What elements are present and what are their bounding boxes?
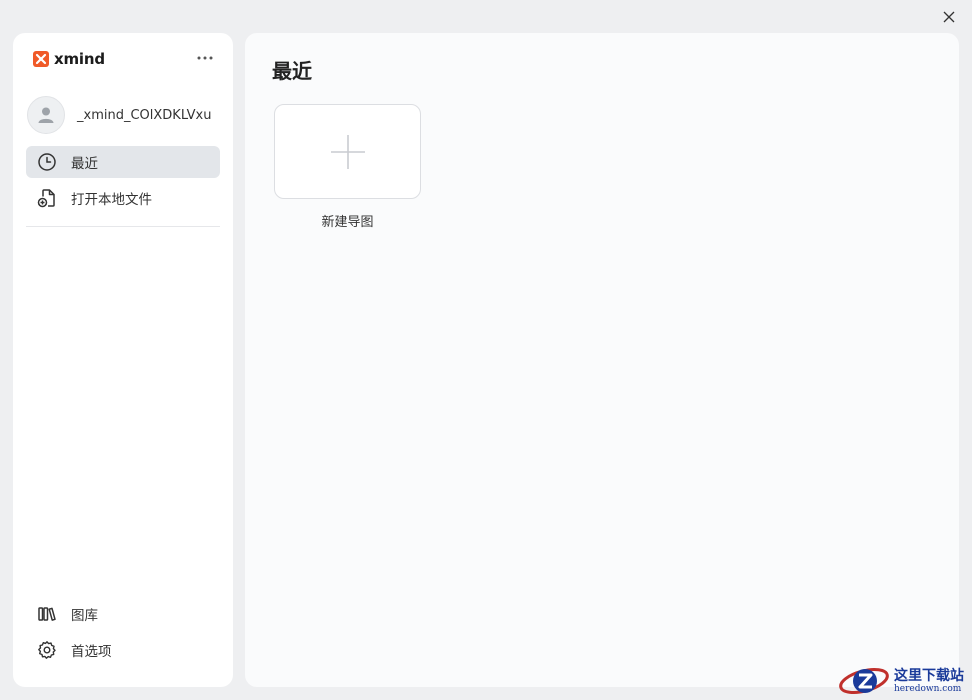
close-icon: [943, 11, 955, 23]
sidebar-item-recent[interactable]: 最近: [26, 146, 220, 178]
ellipsis-icon: [197, 56, 213, 60]
sidebar-item-open-local-file[interactable]: 打开本地文件: [26, 182, 220, 214]
avatar: [27, 96, 65, 134]
user-icon: [38, 107, 54, 123]
watermark-text: 这里下载站: [894, 667, 964, 684]
xmind-logo-icon: [33, 51, 49, 67]
sidebar-item-label: 首选项: [71, 644, 112, 660]
username: _xmind_COlXDKLVxu: [77, 107, 212, 123]
more-options-button[interactable]: [193, 49, 217, 67]
open-file-icon: [36, 187, 58, 209]
sidebar-item-library[interactable]: 图库: [26, 598, 220, 630]
page-title: 最近: [272, 59, 312, 83]
watermark: 这里下载站 heredown.com: [838, 662, 972, 700]
window-close-button[interactable]: [938, 6, 960, 28]
sidebar-item-label: 最近: [71, 156, 98, 172]
watermark-logo-icon: [839, 668, 889, 694]
main-panel: 最近 新建导图: [245, 33, 959, 687]
new-map-label: 新建导图: [321, 215, 374, 230]
sidebar-item-preferences[interactable]: 首选项: [26, 634, 220, 666]
sidebar-divider: [26, 226, 220, 227]
clock-icon: [36, 151, 58, 173]
brand-logo: xmind: [33, 50, 105, 68]
sidebar: xmind _xmind_COlXDKLVxu 最近 打开本地文件 图库 首选项: [13, 33, 233, 687]
watermark-domain: heredown.com: [894, 683, 962, 694]
sidebar-item-label: 打开本地文件: [71, 192, 152, 208]
gear-icon: [36, 639, 58, 661]
new-map-card[interactable]: [274, 104, 421, 199]
brand-name: xmind: [54, 50, 105, 68]
sidebar-item-label: 图库: [71, 608, 98, 624]
user-profile[interactable]: _xmind_COlXDKLVxu: [27, 96, 211, 134]
plus-icon: [330, 134, 365, 169]
library-icon: [36, 603, 58, 625]
